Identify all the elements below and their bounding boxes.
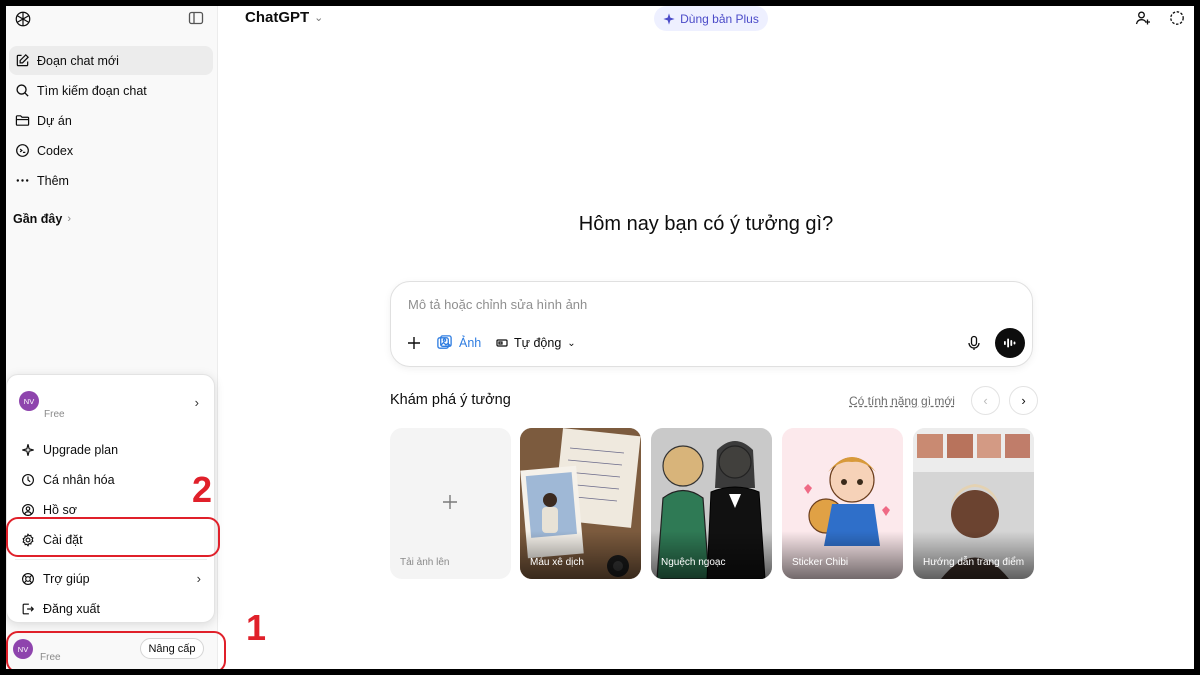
explore-title: Khám phá ý tưởng [390, 392, 511, 408]
folder-icon [15, 115, 30, 126]
card-makeup-guide[interactable]: Hướng dẫn trang điểm [913, 428, 1034, 579]
chevron-down-icon: ⌄ [314, 12, 324, 24]
try-plus-button[interactable]: Dùng bản Plus [654, 6, 768, 31]
microphone-icon[interactable] [966, 335, 982, 351]
prompt-input[interactable]: Mô tả hoặc chỉnh sửa hình ảnh [408, 297, 587, 312]
codex-icon [16, 144, 29, 157]
menu-item-personalize[interactable]: Cá nhân hóa [15, 467, 207, 493]
add-person-icon[interactable] [1135, 10, 1151, 26]
plus-icon[interactable] [407, 336, 421, 350]
aspect-mode-label: Tự động [514, 336, 562, 350]
personalize-icon [22, 474, 34, 486]
waveform-icon [1004, 338, 1016, 348]
card-sticker-chibi[interactable]: Sticker Chibi [782, 428, 903, 579]
prompt-composer[interactable]: Mô tả hoặc chỉnh sửa hình ảnh Ảnh Tự độn… [390, 281, 1033, 367]
sidebar-item-more[interactable]: Thêm [9, 166, 213, 195]
temporary-chat-icon[interactable] [1169, 10, 1185, 26]
avatar: NV [19, 391, 39, 411]
image-mode-chip[interactable]: Ảnh [436, 334, 481, 351]
account-menu-user-row[interactable]: NV Free › [13, 385, 207, 425]
main-area: ChatGPT ⌄ Dùng bản Plus Hôm nay bạn có ý… [218, 6, 1194, 669]
chevron-right-icon: › [1021, 393, 1026, 408]
sidebar-toggle-icon[interactable] [188, 10, 204, 26]
chevron-down-icon: ⌄ [567, 337, 576, 349]
chevron-right-icon: › [194, 395, 199, 410]
more-icon [16, 179, 29, 182]
menu-item-label: Đăng xuất [43, 602, 100, 616]
aspect-mode-selector[interactable]: Tự động ⌄ [496, 336, 576, 350]
card-caption: Sticker Chibi [792, 557, 849, 568]
aspect-ratio-icon [496, 339, 508, 347]
model-selector[interactable]: ChatGPT ⌄ [245, 9, 323, 26]
sidebar-item-new-chat[interactable]: Đoạn chat mới [9, 46, 213, 75]
carousel-next-button[interactable]: › [1009, 386, 1038, 415]
try-plus-label: Dùng bản Plus [680, 11, 759, 26]
carousel-prev-button[interactable]: ‹ [971, 386, 1000, 415]
voice-mode-button[interactable] [995, 328, 1025, 358]
model-name: ChatGPT [245, 9, 310, 26]
chevron-left-icon: ‹ [983, 393, 988, 408]
search-icon [16, 84, 29, 97]
card-shade [913, 531, 1034, 579]
logout-icon [22, 603, 35, 615]
step-1-label: 1 [246, 607, 267, 648]
step-2-label: 2 [192, 469, 213, 510]
menu-item-help[interactable]: Trợ giúp › [15, 566, 207, 592]
whats-new-link[interactable]: Có tính năng gì mới [849, 394, 955, 408]
page-title: Hôm nay bạn có ý tưởng gì? [578, 213, 834, 235]
recent-label: Gần đây [13, 212, 63, 226]
plus-icon [443, 495, 457, 509]
menu-item-label: Trợ giúp [43, 572, 90, 586]
menu-item-label: Hồ sơ [43, 503, 77, 517]
card-caption: Hướng dẫn trang điểm [923, 557, 1025, 568]
profile-icon [22, 504, 34, 516]
openai-logo-icon[interactable] [14, 10, 32, 28]
card-shade [782, 531, 903, 579]
sidebar-item-label: Dự án [37, 113, 72, 128]
menu-item-label: Cá nhân hóa [43, 473, 115, 487]
card-caption: Tải ảnh lên [400, 557, 450, 568]
card-shade [651, 531, 772, 579]
sidebar: Đoạn chat mới Tìm kiếm đoạn chat Dự án C… [6, 6, 218, 669]
sidebar-item-codex[interactable]: Codex [9, 136, 213, 165]
card-caption: Nguệch ngoạc [661, 557, 726, 568]
card-travel[interactable]: Máu xê dịch [520, 428, 641, 579]
sparkle-icon [22, 444, 34, 456]
sidebar-item-label: Thêm [37, 173, 69, 188]
sidebar-item-search[interactable]: Tìm kiếm đoạn chat [9, 76, 213, 105]
menu-item-upgrade-plan[interactable]: Upgrade plan [15, 437, 207, 463]
user-plan: Free [44, 409, 65, 420]
chevron-right-icon: › [196, 571, 201, 586]
sidebar-header [6, 6, 218, 40]
sidebar-item-label: Tìm kiếm đoạn chat [37, 83, 147, 98]
account-highlight-box [6, 631, 226, 669]
edit-icon [16, 54, 29, 67]
menu-item-label: Upgrade plan [43, 443, 119, 457]
image-mode-label: Ảnh [459, 335, 482, 350]
image-icon [437, 335, 452, 349]
sidebar-item-label: Đoạn chat mới [37, 53, 119, 68]
sparkle-icon [663, 12, 675, 25]
help-icon [22, 573, 34, 585]
card-upload-image[interactable]: Tải ảnh lên [390, 428, 511, 579]
menu-divider [15, 559, 207, 560]
card-caption: Máu xê dịch [530, 557, 584, 568]
sidebar-item-label: Codex [37, 143, 74, 158]
settings-highlight-box [6, 517, 220, 557]
menu-item-logout[interactable]: Đăng xuất [15, 596, 207, 622]
account-menu-popup: NV Free › Upgrade plan Cá nhân hóa Hồ sơ… [6, 374, 215, 623]
card-doodle[interactable]: Nguệch ngoạc [651, 428, 772, 579]
card-shade [520, 531, 641, 579]
app-window: Đoạn chat mới Tìm kiếm đoạn chat Dự án C… [6, 6, 1194, 669]
chevron-right-icon: › [67, 213, 71, 225]
sidebar-item-projects[interactable]: Dự án [9, 106, 213, 135]
recent-section-header[interactable]: Gần đây › [13, 212, 71, 226]
